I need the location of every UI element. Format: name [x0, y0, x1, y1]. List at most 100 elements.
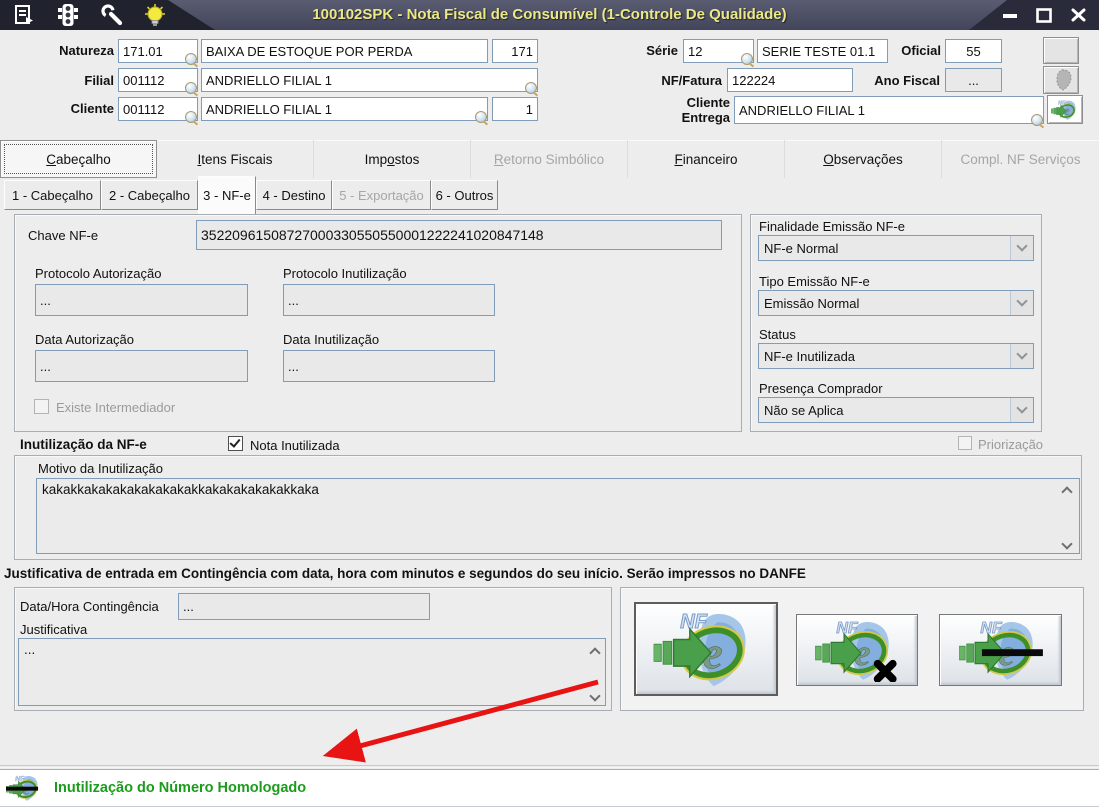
magnifier-icon[interactable] [185, 53, 197, 65]
magnifier-icon[interactable] [525, 82, 537, 94]
separator [0, 765, 1099, 766]
nfe-logo-strike-icon [949, 618, 1043, 682]
natureza-num-input[interactable] [492, 39, 538, 63]
transmit-nfe-button[interactable] [634, 602, 778, 696]
contingencia-heading: Justificativa de entrada em Contingência… [4, 566, 806, 581]
traffic-light-icon[interactable] [56, 3, 82, 27]
natureza-code-lookup [118, 39, 198, 65]
minimize-button[interactable] [997, 5, 1023, 25]
titlebar: 100102SPK - Nota Fiscal de Consumível (1… [0, 0, 1099, 30]
data-hora-contingencia-label: Data/Hora Contingência [20, 599, 159, 614]
chevron-down-icon [1016, 348, 1028, 360]
motivo-scrollbar [1058, 484, 1076, 550]
cliente-code-lookup [118, 97, 198, 123]
magnifier-icon[interactable] [185, 111, 197, 123]
inutilize-nfe-button[interactable] [939, 614, 1062, 686]
justificativa-label: Justificativa [20, 622, 88, 637]
cliente-entrega-label-line1: Cliente [686, 95, 730, 110]
subtab-1-cabecalho[interactable]: 1 - Cabeçalho [4, 180, 101, 210]
magnifier-icon[interactable] [475, 111, 487, 123]
cliente-entrega-nfe-button[interactable] [1047, 95, 1083, 124]
statusbar: Inutilização do Número Homologado [0, 770, 1099, 807]
subtab-6-outros[interactable]: 6 - Outros [431, 180, 498, 210]
chevron-up-icon[interactable] [1061, 486, 1073, 498]
magnifier-icon[interactable] [185, 82, 197, 94]
application-window: e NF 100102SPK - Nota Fiscal de Consumív… [0, 0, 1099, 812]
status-select[interactable]: NF-e Inutilizada [758, 343, 1034, 369]
existe-intermediador-label: Existe Intermediador [56, 400, 176, 415]
filial-code-lookup [118, 68, 198, 94]
tipo-emissao-select[interactable]: Emissão Normal [758, 290, 1034, 316]
subtab-3-nfe[interactable]: 3 - NF-e [198, 176, 256, 214]
priorizacao-label: Priorização [978, 437, 1044, 452]
protocolo-autorizacao-input[interactable] [35, 284, 248, 316]
checkmark-icon [229, 436, 241, 448]
data-hora-contingencia-input[interactable] [178, 593, 430, 620]
combo-dropdown-button[interactable] [1010, 291, 1033, 315]
ano-fiscal-input[interactable] [945, 68, 1002, 92]
wrench-icon[interactable] [100, 3, 126, 27]
cliente-desc-input[interactable] [201, 97, 488, 121]
cancel-nfe-button[interactable] [796, 614, 918, 686]
justificativa-scrollbar [586, 645, 604, 702]
tab-financeiro[interactable]: Financeiro [628, 140, 785, 178]
data-autorizacao-input[interactable] [35, 350, 248, 382]
motivo-inutilizacao-label: Motivo da Inutilização [38, 461, 164, 476]
tab-impostos[interactable]: Imp o stos [314, 140, 471, 178]
combo-dropdown-button[interactable] [1010, 398, 1033, 422]
maximize-button[interactable] [1031, 5, 1057, 25]
cliente-entrega-lookup [734, 96, 1044, 126]
cliente-desc-lookup [201, 97, 488, 123]
combo-dropdown-button[interactable] [1010, 236, 1033, 260]
finalidade-emissao-select[interactable]: NF-e Normal [758, 235, 1034, 261]
justificativa-textarea[interactable]: ... [18, 638, 606, 706]
nota-inutilizada-checkbox[interactable] [228, 436, 243, 451]
chave-nfe-input[interactable] [196, 220, 722, 250]
form-icon[interactable] [12, 3, 38, 27]
motivo-inutilizacao-textarea[interactable]: kakakkakakakakakakakakkakakakakakakkaka [36, 478, 1080, 554]
chevron-up-icon[interactable] [589, 647, 601, 659]
oficial-label: Oficial [901, 43, 941, 58]
chevron-down-icon [1016, 402, 1028, 414]
protocolo-inutilizacao-input[interactable] [283, 284, 495, 316]
subtab-2-cabecalho[interactable]: 2 - Cabeçalho [101, 180, 198, 210]
nfe-logo-strike-icon [6, 774, 42, 802]
separator [0, 767, 1099, 768]
data-autorizacao-label: Data Autorização [35, 332, 135, 347]
magnifier-icon[interactable] [741, 53, 753, 65]
chave-nfe-label: Chave NF-e [28, 228, 99, 243]
tab-itens-fiscais[interactable]: Itens Fiscais [157, 140, 314, 178]
tab-cabecalho[interactable]: Cabeçalho [0, 140, 157, 178]
subtab-4-destino[interactable]: 4 - Destino [256, 180, 332, 210]
ano-fiscal-label: Ano Fiscal [874, 73, 940, 88]
tab-observacoes[interactable]: Observações [785, 140, 942, 178]
status-value: NF-e Inutilizada [764, 348, 856, 364]
cliente-loja-input[interactable] [492, 97, 538, 121]
inutilizacao-title: Inutilização da NF-e [20, 437, 147, 452]
subtab-5-exportacao: 5 - Exportação [332, 180, 431, 210]
brazil-map-gray-icon [1056, 69, 1072, 91]
data-inutilizacao-input[interactable] [283, 350, 495, 382]
chevron-down-icon[interactable] [589, 690, 601, 702]
ano-fiscal-map-button[interactable] [1043, 66, 1079, 94]
natureza-label: Natureza [59, 43, 114, 58]
filial-desc-input[interactable] [201, 68, 538, 92]
nf-fatura-input[interactable] [727, 68, 853, 92]
natureza-desc-input[interactable] [201, 39, 488, 63]
filial-desc-lookup [201, 68, 538, 94]
status-message: Inutilização do Número Homologado [54, 780, 307, 796]
presenca-comprador-select[interactable]: Não se Aplica [758, 397, 1034, 423]
oficial-action-button[interactable] [1043, 37, 1079, 64]
protocolo-inutilizacao-label: Protocolo Inutilização [283, 266, 407, 281]
close-button[interactable] [1065, 5, 1091, 25]
oficial-input[interactable] [945, 39, 1002, 63]
chevron-down-icon [1016, 240, 1028, 252]
cliente-entrega-input[interactable] [734, 96, 1044, 124]
protocolo-autorizacao-label: Protocolo Autorização [35, 266, 162, 281]
combo-dropdown-button[interactable] [1010, 344, 1033, 368]
bulb-icon[interactable] [142, 3, 168, 27]
chevron-down-icon[interactable] [1061, 538, 1073, 550]
nf-fatura-label: NF/Fatura [661, 73, 722, 88]
cliente-entrega-label-line2: Entrega [681, 110, 730, 125]
magnifier-icon[interactable] [1031, 114, 1043, 126]
